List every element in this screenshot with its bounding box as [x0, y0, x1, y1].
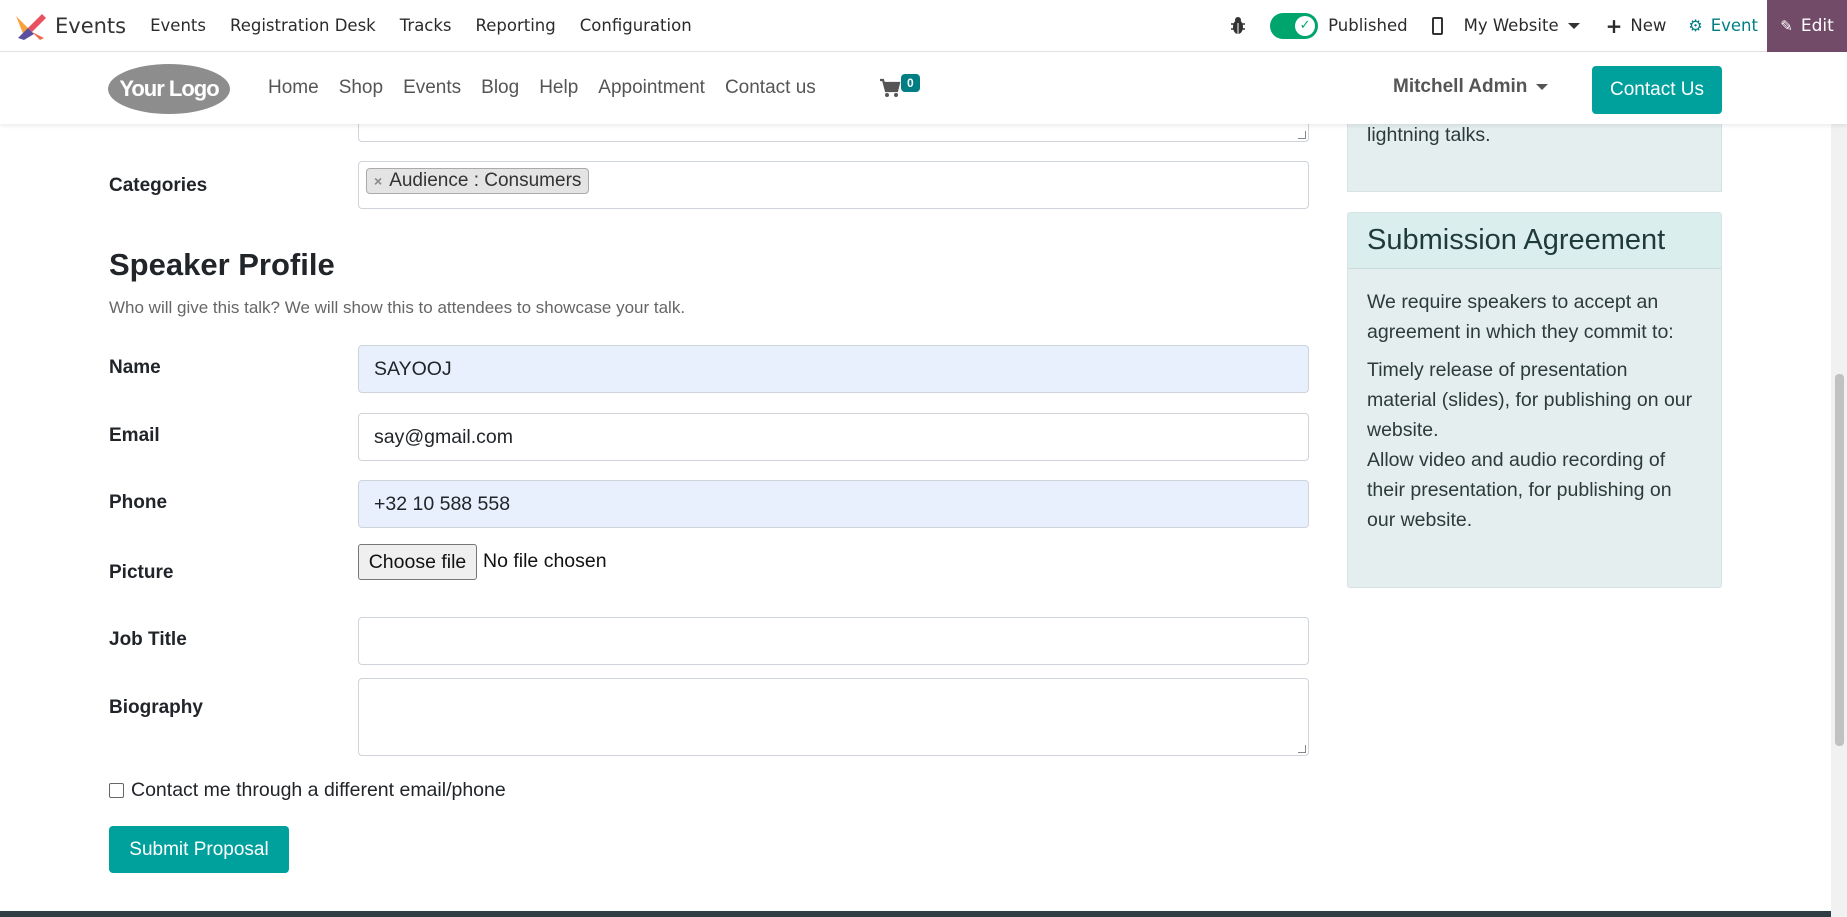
- new-button-label: New: [1630, 16, 1667, 35]
- nav-item-contact-us[interactable]: Contact us: [715, 77, 826, 99]
- file-status: No file chosen: [483, 550, 607, 572]
- picture-label: Picture: [109, 562, 174, 583]
- mobile-preview-icon[interactable]: [1431, 16, 1443, 35]
- name-label: Name: [109, 357, 161, 378]
- check-icon: ✓: [1295, 15, 1316, 36]
- nav-item-blog[interactable]: Blog: [471, 77, 529, 99]
- new-button[interactable]: + New: [1606, 14, 1667, 38]
- menu-item-events[interactable]: Events: [138, 16, 218, 35]
- published-label[interactable]: Published: [1328, 16, 1407, 35]
- event-backend-button[interactable]: ⚙ Event: [1688, 16, 1758, 35]
- email-label: Email: [109, 425, 160, 446]
- admin-menu: Events Registration Desk Tracks Reportin…: [138, 16, 704, 35]
- different-contact-label[interactable]: Contact me through a different email/pho…: [131, 779, 506, 802]
- user-name: Mitchell Admin: [1393, 76, 1528, 97]
- cart-icon[interactable]: [878, 75, 902, 99]
- user-menu[interactable]: Mitchell Admin: [1393, 76, 1549, 98]
- menu-item-configuration[interactable]: Configuration: [568, 16, 704, 35]
- events-app-icon[interactable]: [14, 12, 48, 40]
- gear-icon: ⚙: [1688, 16, 1703, 35]
- menu-item-reporting[interactable]: Reporting: [464, 16, 568, 35]
- site-logo[interactable]: Your Logo: [108, 64, 230, 114]
- job-title-label: Job Title: [109, 629, 187, 650]
- edit-button[interactable]: ✎ Edit: [1767, 0, 1847, 52]
- menu-item-registration-desk[interactable]: Registration Desk: [218, 16, 388, 35]
- plus-icon: +: [1605, 13, 1623, 38]
- submission-agreement-body: We require speakers to accept an agreeme…: [1348, 269, 1721, 553]
- website-selector[interactable]: My Website: [1464, 16, 1580, 35]
- resize-handle-icon[interactable]: [1298, 131, 1306, 139]
- admin-bar-actions: ✓ Published My Website + New ⚙ Event ✎ E…: [1228, 0, 1847, 52]
- different-contact-row: Contact me through a different email/pho…: [109, 779, 506, 802]
- speaker-profile-subtitle: Who will give this talk? We will show th…: [109, 298, 686, 317]
- nav-item-home[interactable]: Home: [258, 77, 329, 99]
- speaker-profile-title: Speaker Profile: [109, 247, 335, 282]
- name-field[interactable]: SAYOOJ: [358, 345, 1309, 393]
- footer-edge: [0, 911, 1831, 917]
- scrollbar-thumb[interactable]: [1835, 374, 1844, 746]
- nav-item-appointment[interactable]: Appointment: [588, 77, 715, 99]
- category-tag-label: Audience : Consumers: [389, 170, 582, 191]
- site-nav: Home Shop Events Blog Help Appointment C…: [258, 52, 826, 124]
- different-contact-checkbox[interactable]: [109, 783, 124, 798]
- contact-us-button[interactable]: Contact Us: [1592, 66, 1722, 114]
- website-selector-label: My Website: [1463, 16, 1559, 35]
- remove-tag-icon[interactable]: ×: [374, 173, 382, 189]
- agreement-item: Allow video and audio recording of their…: [1367, 449, 1672, 531]
- website-header: Your Logo Home Shop Events Blog Help App…: [0, 52, 1847, 124]
- edit-button-label: Edit: [1800, 15, 1834, 36]
- submit-proposal-button[interactable]: Submit Proposal: [109, 826, 289, 873]
- app-name[interactable]: Events: [55, 14, 126, 38]
- chevron-down-icon: [1536, 84, 1549, 90]
- submission-agreement-card: Submission Agreement We require speakers…: [1347, 212, 1722, 588]
- nav-item-shop[interactable]: Shop: [329, 77, 393, 99]
- agreement-item: Timely release of presentation material …: [1367, 359, 1693, 441]
- biography-label: Biography: [109, 697, 203, 718]
- nav-item-help[interactable]: Help: [529, 77, 588, 99]
- chevron-down-icon: [1567, 22, 1580, 29]
- categories-label: Categories: [109, 175, 208, 196]
- agreement-intro: We require speakers to accept an agreeme…: [1367, 291, 1674, 343]
- choose-file-button[interactable]: Choose file: [358, 544, 477, 580]
- cart-count-badge: 0: [901, 74, 920, 92]
- phone-label: Phone: [109, 492, 168, 513]
- job-title-field[interactable]: [358, 617, 1309, 665]
- event-button-label: Event: [1710, 16, 1758, 35]
- pencil-icon: ✎: [1780, 16, 1793, 35]
- odoo-admin-bar: Events Events Registration Desk Tracks R…: [0, 0, 1847, 52]
- publish-toggle[interactable]: ✓: [1270, 12, 1319, 39]
- menu-item-tracks[interactable]: Tracks: [388, 16, 464, 35]
- site-logo-text: Your Logo: [119, 76, 219, 101]
- phone-field[interactable]: +32 10 588 558: [358, 480, 1309, 528]
- nav-item-events[interactable]: Events: [393, 77, 471, 99]
- resize-handle-icon[interactable]: [1298, 745, 1306, 753]
- talk-types-text: lightning talks.: [1367, 124, 1491, 146]
- category-tag[interactable]: × Audience : Consumers: [366, 168, 590, 194]
- submission-agreement-title: Submission Agreement: [1348, 213, 1721, 269]
- biography-textarea[interactable]: [358, 678, 1309, 756]
- categories-input[interactable]: × Audience : Consumers: [358, 161, 1309, 209]
- bug-icon[interactable]: [1228, 16, 1248, 36]
- email-field[interactable]: say@gmail.com: [358, 413, 1309, 461]
